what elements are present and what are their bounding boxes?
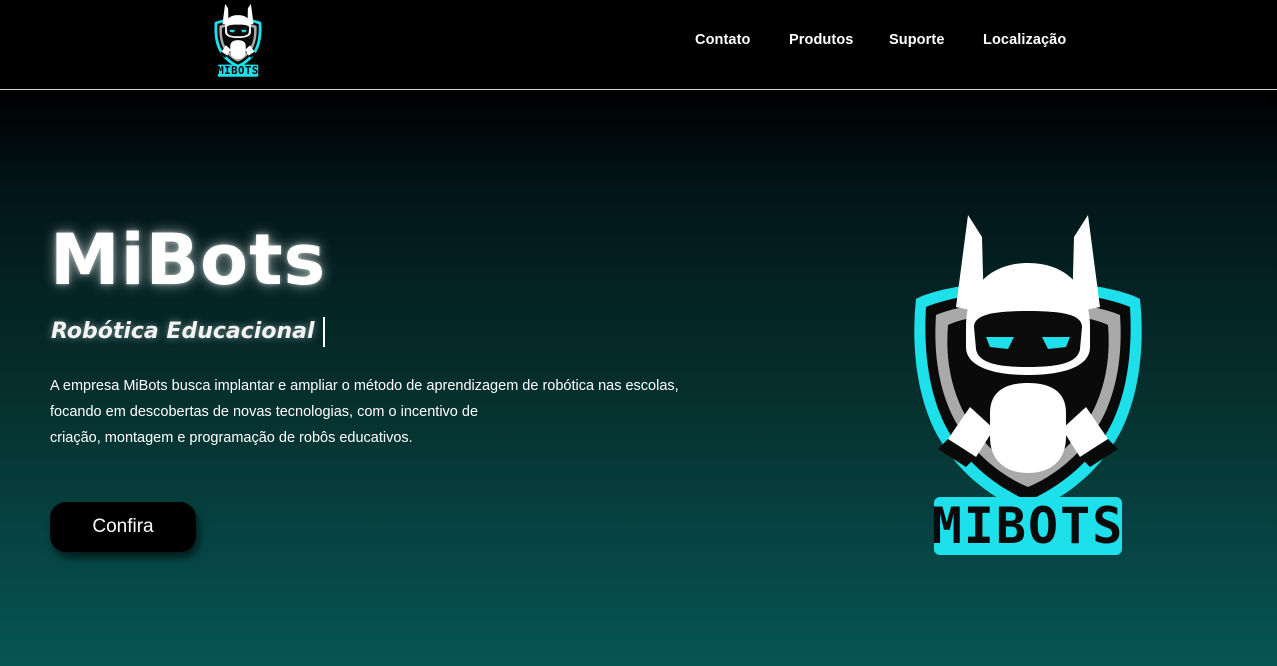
hero-section: MiBots Robótica Educacional A empresa Mi… <box>0 91 1277 666</box>
confira-button[interactable]: Confira <box>50 502 196 552</box>
site-header: MIBOTS Contato Produtos Suporte Localiza… <box>0 0 1277 90</box>
mibots-robot-logo-icon: MIBOTS <box>914 215 1142 555</box>
nav-link-localizacao[interactable]: Localização <box>983 32 1066 48</box>
hero-description: A empresa MiBots busca implantar e ampli… <box>50 373 750 451</box>
hero-description-line: criação, montagem e programação de robôs… <box>50 430 413 446</box>
hero-title: MiBots <box>50 219 327 301</box>
hero-logo-text: MIBOTS <box>932 497 1125 555</box>
nav-link-produtos[interactable]: Produtos <box>789 32 853 48</box>
main-nav: Contato Produtos Suporte Localização <box>0 32 1277 52</box>
hero-description-line: A empresa MiBots busca implantar e ampli… <box>50 378 679 394</box>
nav-link-suporte[interactable]: Suporte <box>889 32 944 48</box>
hero-subtitle: Robótica Educacional <box>51 317 325 347</box>
hero-description-line: focando em descobertas de novas tecnolog… <box>50 404 479 420</box>
svg-text:MIBOTS: MIBOTS <box>217 64 258 77</box>
nav-link-contato[interactable]: Contato <box>695 32 750 48</box>
hero-logo: MIBOTS <box>912 215 1144 559</box>
